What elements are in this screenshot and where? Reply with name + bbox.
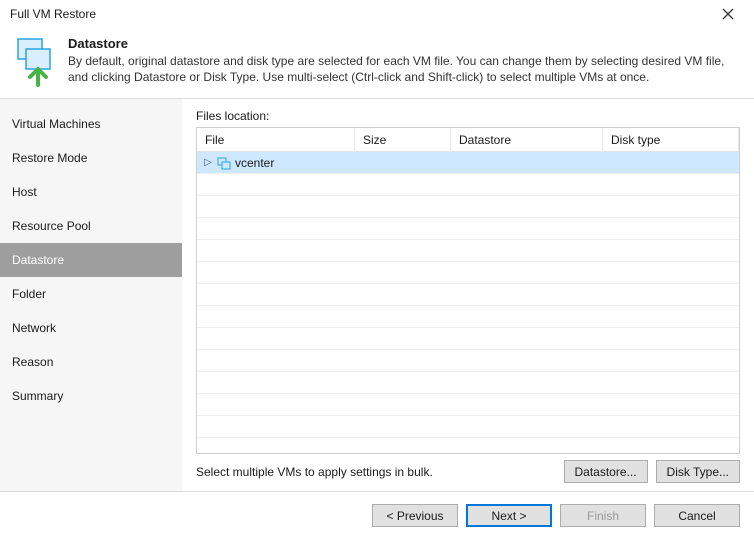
titlebar: Full VM Restore — [0, 0, 754, 28]
table-row[interactable]: ▷ vcenter — [197, 152, 739, 174]
sidebar-item-summary[interactable]: Summary — [0, 379, 182, 413]
table-row — [197, 372, 739, 394]
table-row — [197, 394, 739, 416]
finish-button: Finish — [560, 504, 646, 527]
bulk-hint: Select multiple VMs to apply settings in… — [196, 465, 433, 479]
table-row — [197, 416, 739, 438]
column-header-disk-type[interactable]: Disk type — [603, 128, 739, 151]
wizard-body: Virtual Machines Restore Mode Host Resou… — [0, 99, 754, 491]
main-panel: Files location: File Size Datastore Disk… — [182, 99, 754, 491]
sidebar-item-label: Restore Mode — [12, 151, 87, 165]
sidebar-item-restore-mode[interactable]: Restore Mode — [0, 141, 182, 175]
table-row — [197, 262, 739, 284]
table-row — [197, 240, 739, 262]
next-button[interactable]: Next > — [466, 504, 552, 527]
sidebar-item-label: Network — [12, 321, 56, 335]
wizard-header: Datastore By default, original datastore… — [0, 28, 754, 98]
wizard-steps-sidebar: Virtual Machines Restore Mode Host Resou… — [0, 99, 182, 491]
previous-button[interactable]: < Previous — [372, 504, 458, 527]
sidebar-item-virtual-machines[interactable]: Virtual Machines — [0, 107, 182, 141]
tree-expander-icon[interactable]: ▷ — [203, 157, 213, 168]
step-description: By default, original datastore and disk … — [68, 53, 742, 85]
table-row — [197, 328, 739, 350]
table-row — [197, 306, 739, 328]
files-grid: File Size Datastore Disk type ▷ vcenter — [196, 127, 740, 454]
sidebar-item-folder[interactable]: Folder — [0, 277, 182, 311]
datastore-icon — [12, 36, 56, 88]
datastore-button[interactable]: Datastore... — [564, 460, 648, 483]
sidebar-item-label: Virtual Machines — [12, 117, 101, 131]
files-location-label: Files location: — [196, 109, 740, 123]
hint-row: Select multiple VMs to apply settings in… — [196, 460, 740, 483]
sidebar-item-datastore[interactable]: Datastore — [0, 243, 182, 277]
file-name: vcenter — [235, 156, 274, 170]
sidebar-item-label: Folder — [12, 287, 46, 301]
sidebar-item-reason[interactable]: Reason — [0, 345, 182, 379]
cell-file: ▷ vcenter — [197, 156, 355, 170]
column-header-file[interactable]: File — [197, 128, 355, 151]
column-header-size[interactable]: Size — [355, 128, 451, 151]
table-row — [197, 350, 739, 372]
sidebar-item-label: Datastore — [12, 253, 64, 267]
wizard-header-text: Datastore By default, original datastore… — [68, 36, 742, 85]
wizard-footer: < Previous Next > Finish Cancel — [0, 491, 754, 537]
table-row — [197, 174, 739, 196]
window-title: Full VM Restore — [10, 7, 96, 21]
grid-body: ▷ vcenter — [197, 152, 739, 453]
sidebar-item-label: Reason — [12, 355, 53, 369]
grid-header: File Size Datastore Disk type — [197, 128, 739, 152]
disk-type-button[interactable]: Disk Type... — [656, 460, 740, 483]
hint-buttons: Datastore... Disk Type... — [564, 460, 741, 483]
close-icon[interactable] — [710, 2, 746, 26]
table-row — [197, 196, 739, 218]
sidebar-item-resource-pool[interactable]: Resource Pool — [0, 209, 182, 243]
cancel-button[interactable]: Cancel — [654, 504, 740, 527]
sidebar-item-label: Host — [12, 185, 37, 199]
sidebar-item-label: Summary — [12, 389, 63, 403]
step-title: Datastore — [68, 36, 742, 51]
sidebar-item-host[interactable]: Host — [0, 175, 182, 209]
vm-icon — [217, 156, 231, 170]
column-header-datastore[interactable]: Datastore — [451, 128, 603, 151]
table-row — [197, 284, 739, 306]
table-row — [197, 218, 739, 240]
sidebar-item-label: Resource Pool — [12, 219, 91, 233]
sidebar-item-network[interactable]: Network — [0, 311, 182, 345]
